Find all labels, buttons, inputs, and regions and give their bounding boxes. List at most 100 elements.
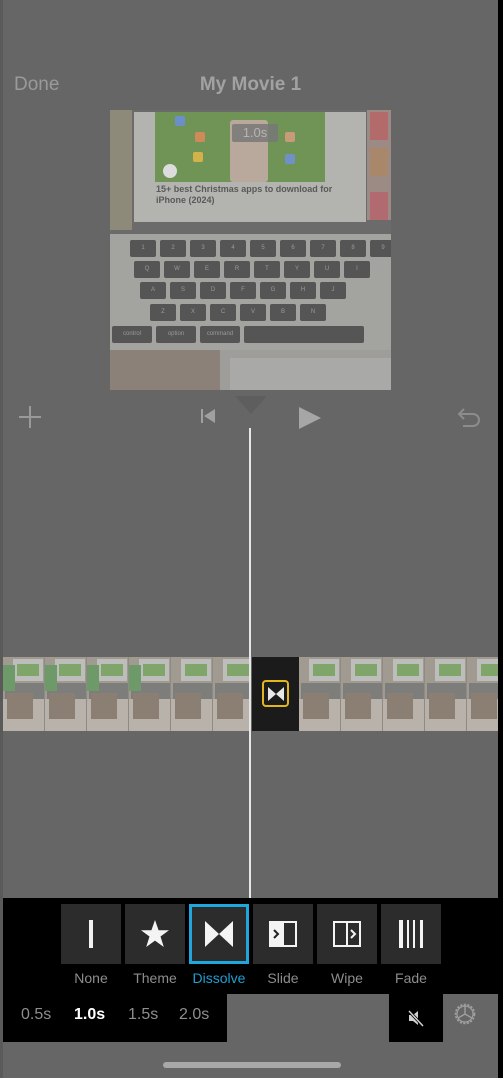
transition-label: Dissolve [192, 970, 246, 986]
preview-key: 5 [250, 240, 276, 257]
preview-keyboard: 123456789 QWERTYUI ASDFGHJ ZXCVBN contro… [110, 234, 391, 352]
skip-to-start-button[interactable] [199, 408, 219, 424]
transition-slide[interactable]: Slide [253, 904, 313, 986]
transition-tile [253, 904, 313, 964]
screen-edge-right [498, 0, 503, 1078]
preview-key: Q [134, 261, 160, 278]
clip-thumbnail [425, 657, 467, 731]
preview-key: I [344, 261, 370, 278]
play-icon [299, 407, 321, 429]
preview-key: F [230, 282, 256, 299]
transition-marker[interactable] [252, 657, 299, 731]
play-button[interactable] [297, 406, 323, 430]
transition-marker-frame [262, 680, 289, 707]
duration-option-1-5s[interactable]: 1.5s [128, 1006, 158, 1024]
preview-modifier-key: command [200, 326, 240, 343]
preview-key: H [290, 282, 316, 299]
preview-key: R [224, 261, 250, 278]
key-row-modifiers: control option command [112, 326, 364, 343]
preview-key: Y [284, 261, 310, 278]
transition-tile [317, 904, 377, 964]
transition-label: Fade [395, 970, 427, 986]
preview-space-key [244, 326, 364, 343]
transition-wipe[interactable]: Wipe [317, 904, 377, 986]
preview-modifier-key: option [156, 326, 196, 343]
preview-key: 8 [340, 240, 366, 257]
clip-thumbnail [299, 657, 341, 731]
preview-key: G [260, 282, 286, 299]
preview-key: 1 [130, 240, 156, 257]
add-media-button[interactable] [17, 404, 43, 430]
timeline-track[interactable] [3, 657, 498, 731]
duration-option-1-0s[interactable]: 1.0s [74, 1006, 105, 1024]
duration-selector: 0.5s 1.0s 1.5s 2.0s [3, 994, 227, 1042]
preview-key: 7 [310, 240, 336, 257]
video-clip-2[interactable] [299, 657, 498, 731]
speaker-muted-icon [406, 1008, 425, 1028]
preview-key: J [320, 282, 346, 299]
transition-label: Slide [267, 970, 299, 986]
imovie-editor-screen: Done My Movie 1 1.0s 15+ best Christmas … [3, 0, 498, 1078]
skip-to-start-icon [201, 409, 215, 423]
preview-key: V [240, 304, 266, 321]
transition-tile [189, 904, 249, 964]
transition-dissolve[interactable]: Dissolve [189, 904, 249, 986]
preview-hero-image [155, 112, 325, 182]
transition-fade[interactable]: Fade [381, 904, 441, 986]
preview-key: E [194, 261, 220, 278]
transition-none[interactable]: None [61, 904, 121, 986]
preview-key: N [300, 304, 326, 321]
slide-icon [269, 921, 297, 947]
dissolve-icon [205, 921, 233, 947]
transition-label: Theme [133, 970, 177, 986]
preview-key: Z [150, 304, 176, 321]
video-preview[interactable]: 1.0s 15+ best Christmas apps to download… [110, 110, 391, 390]
clip-thumbnail [171, 657, 213, 731]
preview-key: B [270, 304, 296, 321]
preview-key: 3 [190, 240, 216, 257]
preview-trackpad [230, 358, 391, 390]
mute-button[interactable] [389, 994, 443, 1042]
duration-option-2-0s[interactable]: 2.0s [179, 1006, 209, 1024]
transition-tile [61, 904, 121, 964]
gear-icon [454, 1003, 476, 1025]
project-settings-button[interactable] [451, 1000, 479, 1028]
transition-tile [125, 904, 185, 964]
preview-key: 6 [280, 240, 306, 257]
key-row-4: ZXCVBN [150, 304, 326, 321]
plus-icon [19, 406, 41, 428]
clip-thumbnail [383, 657, 425, 731]
preview-key: W [164, 261, 190, 278]
video-clip-1[interactable] [3, 657, 249, 731]
dissolve-icon [267, 686, 284, 701]
transitions-panel: None Theme Dissolve Slide Wipe Fade [3, 898, 498, 994]
preview-key: U [314, 261, 340, 278]
preview-modifier-key: control [112, 326, 152, 343]
preview-article-title: 15+ best Christmas apps to download for … [156, 184, 333, 205]
preview-time-badge: 1.0s [232, 124, 278, 142]
transition-label: None [74, 970, 108, 986]
fade-icon [399, 920, 423, 948]
preview-palm [110, 350, 220, 390]
preview-side-strip [367, 110, 391, 220]
clip-thumbnail [3, 657, 45, 731]
transition-theme[interactable]: Theme [125, 904, 185, 986]
preview-key: 9 [370, 240, 391, 257]
preview-trackpad-area [110, 350, 391, 390]
star-icon [141, 920, 169, 947]
transition-tile [381, 904, 441, 964]
preview-key: X [180, 304, 206, 321]
home-indicator[interactable] [163, 1062, 341, 1068]
project-title: My Movie 1 [199, 74, 302, 95]
key-row-3: ASDFGHJ [140, 282, 346, 299]
clip-thumbnail [341, 657, 383, 731]
duration-option-0-5s[interactable]: 0.5s [21, 1006, 51, 1024]
preview-key: 4 [220, 240, 246, 257]
preview-key: S [170, 282, 196, 299]
clip-thumbnail [87, 657, 129, 731]
preview-key: D [200, 282, 226, 299]
transition-label: Wipe [331, 970, 363, 986]
undo-button[interactable] [455, 406, 483, 430]
playhead-notch [235, 396, 267, 414]
preview-key: A [140, 282, 166, 299]
